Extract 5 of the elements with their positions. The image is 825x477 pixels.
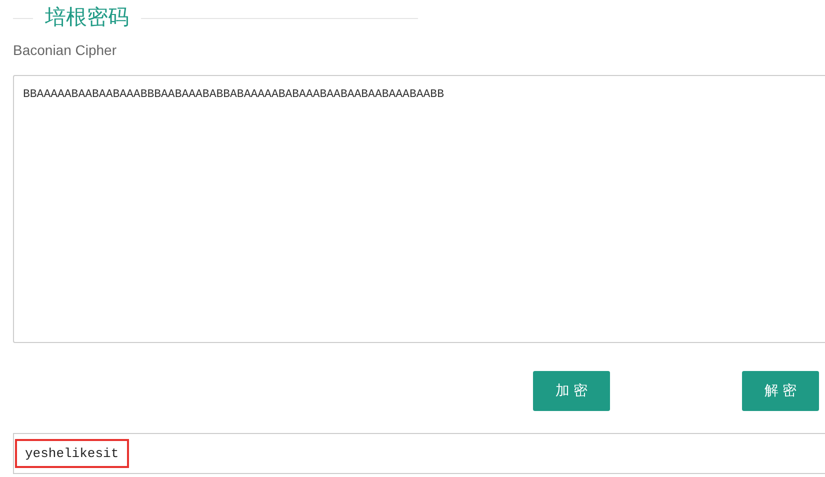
input-field[interactable]: BBAAAAABAABAABAAABBBAABAAABABBABAAAAABABAAABAABAABAABAAABAABB — [13, 75, 825, 343]
output-text: yeshelikesit — [15, 439, 129, 468]
output-field[interactable]: yeshelikesit — [13, 433, 825, 474]
section-title: 培根密码 — [45, 5, 129, 31]
section-subtitle: Baconian Cipher — [13, 42, 118, 58]
